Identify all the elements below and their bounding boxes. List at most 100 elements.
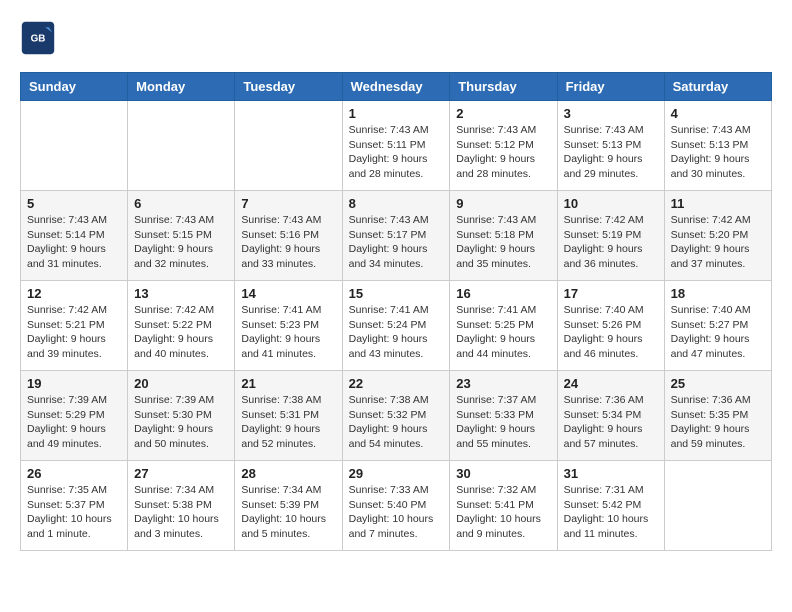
day-info: Sunrise: 7:35 AM Sunset: 5:37 PM Dayligh… — [27, 483, 121, 542]
calendar-cell: 23 Sunrise: 7:37 AM Sunset: 5:33 PM Dayli… — [450, 371, 557, 461]
day-info: Sunrise: 7:43 AM Sunset: 5:17 PM Dayligh… — [349, 213, 444, 272]
day-number: 7 — [241, 196, 335, 211]
day-info: Sunrise: 7:32 AM Sunset: 5:41 PM Dayligh… — [456, 483, 550, 542]
calendar-cell — [235, 101, 342, 191]
day-info: Sunrise: 7:37 AM Sunset: 5:33 PM Dayligh… — [456, 393, 550, 452]
weekday-header-friday: Friday — [557, 73, 664, 101]
day-info: Sunrise: 7:41 AM Sunset: 5:24 PM Dayligh… — [349, 303, 444, 362]
calendar-cell: 18Sunrise: 7:40 AM Sunset: 5:27 PM Dayli… — [664, 281, 771, 371]
day-number: 14 — [241, 286, 335, 301]
day-number: 21 — [241, 376, 335, 391]
calendar-week-2: 5 Sunrise: 7:43 AM Sunset: 5:14 PM Daylig… — [21, 191, 772, 281]
day-number: 22 — [349, 376, 444, 391]
day-number: 18 — [671, 286, 765, 301]
day-number: 9 — [456, 196, 550, 211]
day-info: Sunrise: 7:33 AM Sunset: 5:40 PM Dayligh… — [349, 483, 444, 542]
weekday-header-tuesday: Tuesday — [235, 73, 342, 101]
calendar-cell: 1 Sunrise: 7:43 AM Sunset: 5:11 PM Daylig… — [342, 101, 450, 191]
calendar-cell: 31 Sunrise: 7:31 AM Sunset: 5:42 PM Dayli… — [557, 461, 664, 551]
weekday-header-sunday: Sunday — [21, 73, 128, 101]
day-number: 13 — [134, 286, 228, 301]
calendar-cell: 11 Sunrise: 7:42 AM Sunset: 5:20 PM Dayli… — [664, 191, 771, 281]
day-info: Sunrise: 7:42 AM Sunset: 5:22 PM Dayligh… — [134, 303, 228, 362]
day-number: 12 — [27, 286, 121, 301]
day-number: 25 — [671, 376, 765, 391]
calendar-week-5: 26 Sunrise: 7:35 AM Sunset: 5:37 PM Dayli… — [21, 461, 772, 551]
calendar-cell: 6 Sunrise: 7:43 AM Sunset: 5:15 PM Daylig… — [128, 191, 235, 281]
calendar-cell — [21, 101, 128, 191]
calendar-cell: 25Sunrise: 7:36 AM Sunset: 5:35 PM Dayli… — [664, 371, 771, 461]
calendar-week-4: 19 Sunrise: 7:39 AM Sunset: 5:29 PM Dayli… — [21, 371, 772, 461]
calendar-cell: 16Sunrise: 7:41 AM Sunset: 5:25 PM Dayli… — [450, 281, 557, 371]
weekday-header-row: SundayMondayTuesdayWednesdayThursdayFrid… — [21, 73, 772, 101]
calendar-cell: 15 Sunrise: 7:41 AM Sunset: 5:24 PM Dayli… — [342, 281, 450, 371]
calendar-cell: 10 Sunrise: 7:42 AM Sunset: 5:19 PM Dayli… — [557, 191, 664, 281]
day-number: 17 — [564, 286, 658, 301]
day-number: 29 — [349, 466, 444, 481]
calendar-cell — [128, 101, 235, 191]
day-number: 27 — [134, 466, 228, 481]
calendar-cell: 13 Sunrise: 7:42 AM Sunset: 5:22 PM Dayli… — [128, 281, 235, 371]
day-number: 8 — [349, 196, 444, 211]
day-info: Sunrise: 7:39 AM Sunset: 5:29 PM Dayligh… — [27, 393, 121, 452]
calendar-cell: 27 Sunrise: 7:34 AM Sunset: 5:38 PM Dayli… — [128, 461, 235, 551]
calendar-week-3: 12Sunrise: 7:42 AM Sunset: 5:21 PM Dayli… — [21, 281, 772, 371]
calendar-cell: 24 Sunrise: 7:36 AM Sunset: 5:34 PM Dayli… — [557, 371, 664, 461]
day-info: Sunrise: 7:43 AM Sunset: 5:12 PM Dayligh… — [456, 123, 550, 182]
day-info: Sunrise: 7:43 AM Sunset: 5:13 PM Dayligh… — [671, 123, 765, 182]
day-number: 3 — [564, 106, 658, 121]
svg-text:GB: GB — [31, 34, 46, 45]
calendar-cell: 14 Sunrise: 7:41 AM Sunset: 5:23 PM Dayli… — [235, 281, 342, 371]
calendar-cell: 17 Sunrise: 7:40 AM Sunset: 5:26 PM Dayli… — [557, 281, 664, 371]
day-info: Sunrise: 7:39 AM Sunset: 5:30 PM Dayligh… — [134, 393, 228, 452]
day-number: 15 — [349, 286, 444, 301]
day-number: 24 — [564, 376, 658, 391]
day-info: Sunrise: 7:40 AM Sunset: 5:26 PM Dayligh… — [564, 303, 658, 362]
calendar-cell: 19 Sunrise: 7:39 AM Sunset: 5:29 PM Dayli… — [21, 371, 128, 461]
day-number: 4 — [671, 106, 765, 121]
day-info: Sunrise: 7:42 AM Sunset: 5:20 PM Dayligh… — [671, 213, 765, 272]
day-info: Sunrise: 7:41 AM Sunset: 5:25 PM Dayligh… — [456, 303, 550, 362]
day-info: Sunrise: 7:43 AM Sunset: 5:14 PM Dayligh… — [27, 213, 121, 272]
day-number: 19 — [27, 376, 121, 391]
day-info: Sunrise: 7:43 AM Sunset: 5:15 PM Dayligh… — [134, 213, 228, 272]
day-number: 30 — [456, 466, 550, 481]
day-info: Sunrise: 7:38 AM Sunset: 5:31 PM Dayligh… — [241, 393, 335, 452]
calendar-cell: 22 Sunrise: 7:38 AM Sunset: 5:32 PM Dayli… — [342, 371, 450, 461]
day-number: 23 — [456, 376, 550, 391]
day-info: Sunrise: 7:34 AM Sunset: 5:38 PM Dayligh… — [134, 483, 228, 542]
day-number: 26 — [27, 466, 121, 481]
calendar-cell — [664, 461, 771, 551]
page-header: GB — [20, 20, 772, 56]
day-number: 28 — [241, 466, 335, 481]
day-number: 31 — [564, 466, 658, 481]
day-info: Sunrise: 7:34 AM Sunset: 5:39 PM Dayligh… — [241, 483, 335, 542]
calendar-cell: 9Sunrise: 7:43 AM Sunset: 5:18 PM Daylig… — [450, 191, 557, 281]
day-number: 1 — [349, 106, 444, 121]
day-number: 5 — [27, 196, 121, 211]
weekday-header-saturday: Saturday — [664, 73, 771, 101]
day-info: Sunrise: 7:43 AM Sunset: 5:11 PM Dayligh… — [349, 123, 444, 182]
weekday-header-monday: Monday — [128, 73, 235, 101]
day-info: Sunrise: 7:36 AM Sunset: 5:34 PM Dayligh… — [564, 393, 658, 452]
calendar-cell: 4 Sunrise: 7:43 AM Sunset: 5:13 PM Daylig… — [664, 101, 771, 191]
calendar-cell: 29 Sunrise: 7:33 AM Sunset: 5:40 PM Dayli… — [342, 461, 450, 551]
calendar-cell: 3Sunrise: 7:43 AM Sunset: 5:13 PM Daylig… — [557, 101, 664, 191]
calendar-cell: 12Sunrise: 7:42 AM Sunset: 5:21 PM Dayli… — [21, 281, 128, 371]
calendar-cell: 5 Sunrise: 7:43 AM Sunset: 5:14 PM Daylig… — [21, 191, 128, 281]
day-number: 11 — [671, 196, 765, 211]
day-info: Sunrise: 7:41 AM Sunset: 5:23 PM Dayligh… — [241, 303, 335, 362]
calendar-cell: 20 Sunrise: 7:39 AM Sunset: 5:30 PM Dayli… — [128, 371, 235, 461]
day-info: Sunrise: 7:43 AM Sunset: 5:16 PM Dayligh… — [241, 213, 335, 272]
day-number: 10 — [564, 196, 658, 211]
day-info: Sunrise: 7:42 AM Sunset: 5:19 PM Dayligh… — [564, 213, 658, 272]
calendar-week-1: 1 Sunrise: 7:43 AM Sunset: 5:11 PM Daylig… — [21, 101, 772, 191]
logo: GB — [20, 20, 62, 56]
calendar-table: SundayMondayTuesdayWednesdayThursdayFrid… — [20, 72, 772, 551]
calendar-cell: 7 Sunrise: 7:43 AM Sunset: 5:16 PM Daylig… — [235, 191, 342, 281]
day-info: Sunrise: 7:38 AM Sunset: 5:32 PM Dayligh… — [349, 393, 444, 452]
day-number: 20 — [134, 376, 228, 391]
day-info: Sunrise: 7:31 AM Sunset: 5:42 PM Dayligh… — [564, 483, 658, 542]
day-number: 2 — [456, 106, 550, 121]
day-number: 6 — [134, 196, 228, 211]
